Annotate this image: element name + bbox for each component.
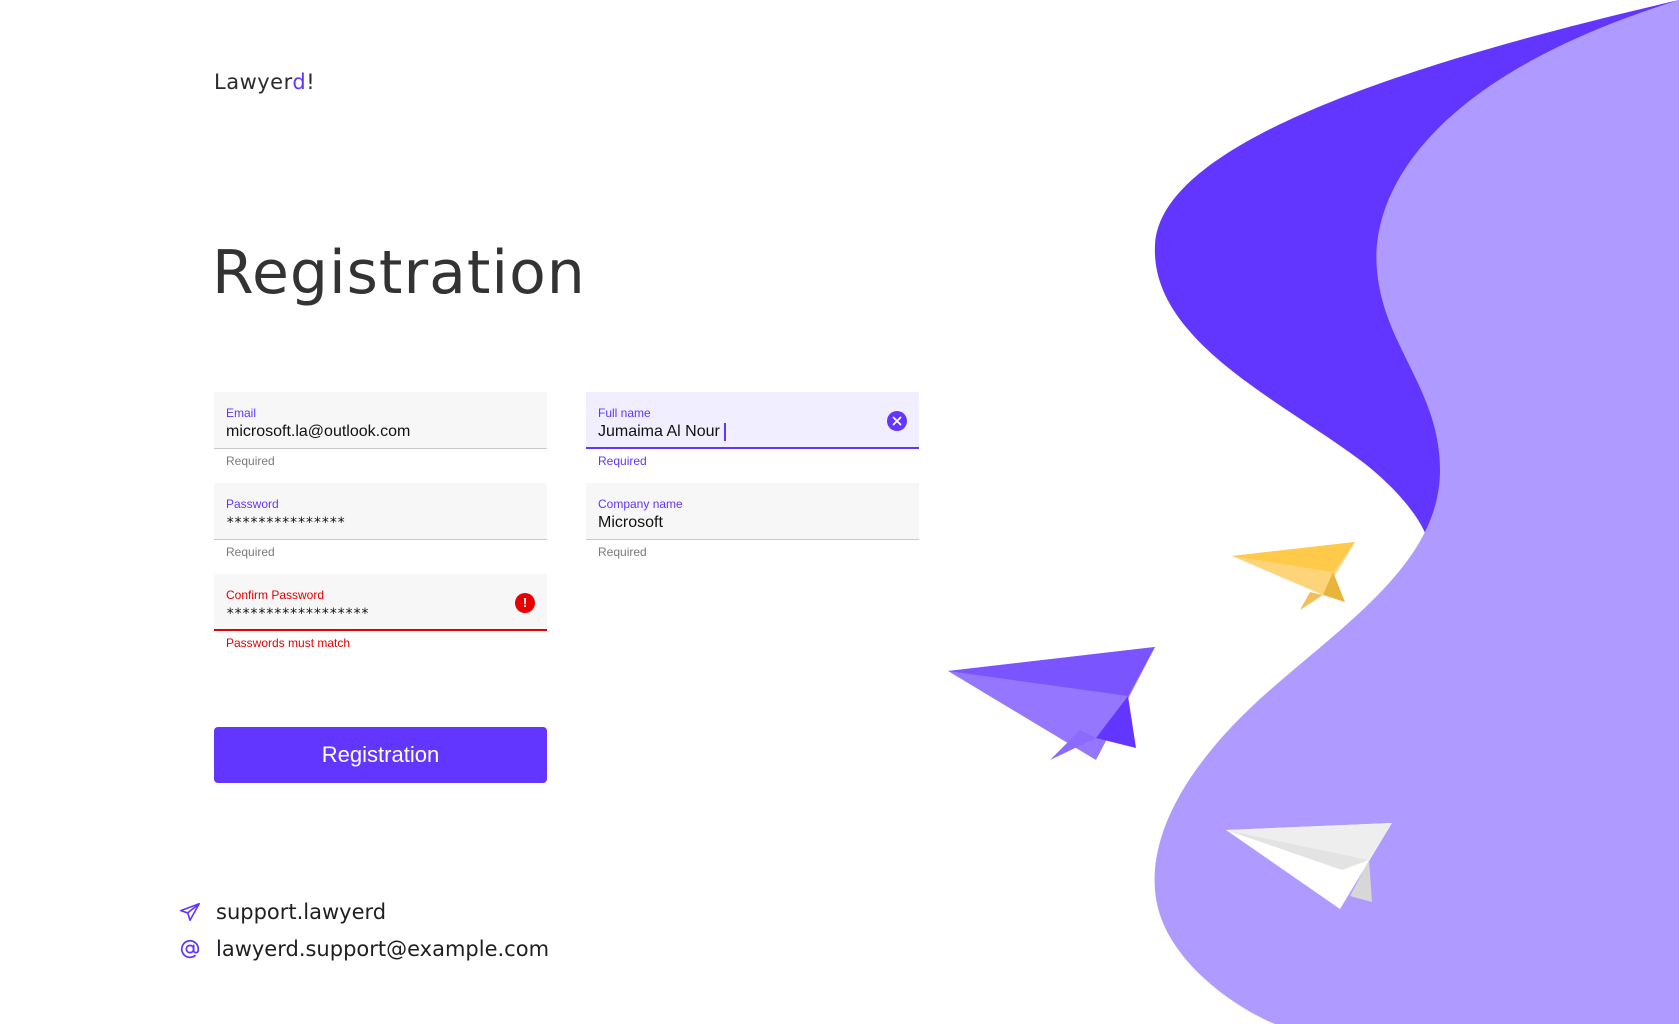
registration-page: Lawyerd! Registration Email microsoft.la…: [0, 0, 1679, 1024]
close-icon: [892, 416, 902, 426]
full-name-field[interactable]: Full name Jumaima Al Nour Required: [586, 392, 919, 468]
confirm-password-error-text: Passwords must match: [226, 636, 351, 650]
brand-logo[interactable]: Lawyerd!: [214, 70, 315, 94]
company-name-helper-text: Required: [598, 545, 647, 559]
paper-plane-icon: [178, 900, 202, 924]
full-name-value: Jumaima Al Nour: [598, 423, 720, 440]
clear-icon[interactable]: [887, 411, 907, 431]
brand-name-end: !: [306, 70, 316, 94]
telegram-handle[interactable]: support.lawyerd: [216, 900, 386, 924]
email-input[interactable]: Email microsoft.la@outlook.com: [214, 392, 547, 449]
confirm-password-label: Confirm Password: [226, 588, 325, 602]
email-label: Email: [226, 406, 257, 420]
registration-button[interactable]: Registration: [214, 727, 547, 783]
password-input[interactable]: Password ***************: [214, 483, 547, 540]
password-helper-text: Required: [226, 545, 275, 559]
confirm-password-value[interactable]: ******************: [226, 604, 535, 624]
confirm-password-field[interactable]: Confirm Password ****************** ! Pa…: [214, 574, 547, 650]
email-value[interactable]: microsoft.la@outlook.com: [226, 422, 535, 442]
purple-paper-plane-icon: [948, 647, 1155, 760]
company-name-label: Company name: [598, 497, 683, 511]
company-name-field[interactable]: Company name Microsoft Required: [586, 483, 919, 559]
password-value[interactable]: ***************: [226, 513, 535, 533]
email-field[interactable]: Email microsoft.la@outlook.com Required: [214, 392, 547, 468]
full-name-helper-text: Required: [598, 454, 647, 468]
at-sign-icon: [178, 937, 202, 961]
yellow-paper-plane-icon: [1232, 542, 1355, 610]
error-icon: !: [515, 593, 535, 613]
confirm-password-input[interactable]: Confirm Password ****************** !: [214, 574, 547, 631]
telegram-contact[interactable]: support.lawyerd: [178, 900, 386, 924]
email-helper-text: Required: [226, 454, 275, 468]
full-name-label: Full name: [598, 406, 651, 420]
password-field[interactable]: Password *************** Required: [214, 483, 547, 559]
support-email[interactable]: lawyerd.support@example.com: [216, 937, 549, 961]
company-name-value[interactable]: Microsoft: [598, 513, 907, 533]
full-name-input[interactable]: Full name Jumaima Al Nour: [586, 392, 919, 449]
page-title: Registration: [212, 238, 586, 308]
email-contact[interactable]: lawyerd.support@example.com: [178, 937, 549, 961]
password-label: Password: [226, 497, 279, 511]
brand-name-main: Lawyer: [214, 70, 293, 94]
text-caret: [723, 422, 726, 441]
company-name-input[interactable]: Company name Microsoft: [586, 483, 919, 540]
full-name-value-wrap[interactable]: Jumaima Al Nour: [598, 422, 907, 442]
brand-name-accent: d: [292, 70, 307, 94]
